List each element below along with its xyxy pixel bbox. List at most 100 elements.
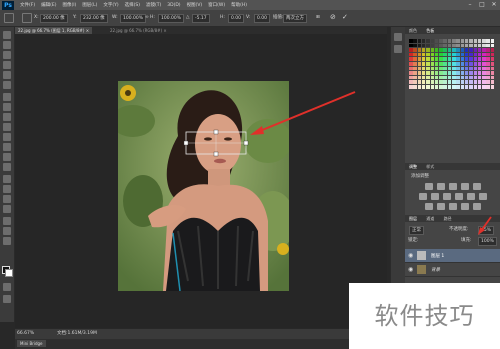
swatch-chip[interactable] [413,71,417,75]
menu-3d[interactable]: 3D(D) [167,3,180,8]
marquee-tool[interactable] [3,41,11,49]
layer-name[interactable]: 图层 1 [431,253,444,259]
swatch-chip[interactable] [452,75,456,80]
tab-active-document[interactable]: 22.jpg @ 66.7% (图层 1, RGB/8#) × [15,27,93,34]
swatch-chip[interactable] [439,57,443,61]
swatch-chip[interactable] [452,62,456,66]
swatch-chip[interactable] [430,52,435,57]
swatch-chip[interactable] [456,71,460,75]
swatch-chip[interactable] [447,48,452,52]
reference-point-icon[interactable] [22,13,32,23]
swatch-chip[interactable] [434,43,439,48]
swatch-chip[interactable] [417,66,422,71]
swatch-chip[interactable] [439,80,443,84]
swatch-chip[interactable] [439,85,443,89]
swatch-chip[interactable] [473,80,478,84]
menu-file[interactable]: 文件(F) [20,2,35,8]
swatch-chip[interactable] [477,62,482,66]
swatch-chip[interactable] [426,43,430,48]
swatch-chip[interactable] [456,75,460,80]
swatch-chip[interactable] [409,80,413,84]
swatch-chip[interactable] [469,80,473,84]
fill-field[interactable]: 100% [478,237,497,246]
swatch-chip[interactable] [417,85,422,89]
swatch-chip[interactable] [452,57,456,61]
quick-select-tool[interactable] [3,61,11,69]
swatch-chip[interactable] [490,71,495,75]
swatch-chip[interactable] [473,48,478,52]
swatch-chip[interactable] [464,85,469,89]
swatch-chip[interactable] [434,85,439,89]
threshold-icon[interactable] [449,203,457,210]
swatch-chip[interactable] [464,80,469,84]
swatch-chip[interactable] [417,80,422,84]
swatch-chip[interactable] [469,75,473,80]
hskew-field[interactable]: 0.00 [228,14,245,23]
swatch-chip[interactable] [447,57,452,61]
swatch-chip[interactable] [486,85,490,89]
swatch-chip[interactable] [417,57,422,61]
color-balance-icon[interactable] [431,193,439,200]
background-color[interactable] [5,269,13,277]
commit-transform-icon[interactable]: ✓ [342,14,348,21]
blend-mode-select[interactable]: 正常 [409,226,424,235]
swatch-chip[interactable] [413,39,417,43]
pen-tool[interactable] [3,175,11,183]
swatch-chip[interactable] [417,62,422,66]
swatch-chip[interactable] [469,85,473,89]
zoom-tool[interactable] [3,227,11,235]
blur-tool[interactable] [3,153,11,161]
swatch-chip[interactable] [447,39,452,43]
swatch-chip[interactable] [413,57,417,61]
swatch-chip[interactable] [409,71,413,75]
swatch-chip[interactable] [460,39,465,43]
tab-color[interactable]: 颜色 [405,28,421,33]
swatch-chip[interactable] [439,71,443,75]
swatch-chip[interactable] [477,71,482,75]
color-lookup-icon[interactable] [479,193,487,200]
swatch-chip[interactable] [452,85,456,89]
swatch-chip[interactable] [482,85,486,89]
swatch-chip[interactable] [473,62,478,66]
swatch-chip[interactable] [460,75,465,80]
swatch-chip[interactable] [430,75,435,80]
swatch-chip[interactable] [447,66,452,71]
swatch-chip[interactable] [464,75,469,80]
swatch-chip[interactable] [434,39,439,43]
tab-adjustments[interactable]: 调整 [405,164,421,169]
swatch-chip[interactable] [486,43,490,48]
selective-color-icon[interactable] [473,203,481,210]
swatch-chip[interactable] [434,80,439,84]
swatch-chip[interactable] [460,48,465,52]
type-tool[interactable] [3,185,11,193]
swatch-chip[interactable] [430,66,435,71]
warp-icon[interactable]: ⊞ [316,14,320,21]
swatch-chip[interactable] [469,39,473,43]
swatch-chip[interactable] [460,62,465,66]
swatch-chip[interactable] [443,75,447,80]
swatch-chip[interactable] [490,62,495,66]
link-icon[interactable]: ∞ [145,14,149,21]
vibrance-icon[interactable] [473,183,481,190]
gradient-map-icon[interactable] [461,203,469,210]
menu-image[interactable]: 图像(I) [62,2,76,8]
swatch-chip[interactable] [417,71,422,75]
swatch-chip[interactable] [464,52,469,57]
swatch-chip[interactable] [482,62,486,66]
swatch-chip[interactable] [447,71,452,75]
tab-channels[interactable]: 通道 [422,216,438,221]
swatch-chip[interactable] [421,52,426,57]
height-percent-field[interactable]: 100.00% [158,14,185,23]
swatch-chip[interactable] [477,52,482,57]
properties-panel-icon[interactable] [394,45,402,53]
swatch-chip[interactable] [426,66,430,71]
swatch-chip[interactable] [443,57,447,61]
swatch-chip[interactable] [447,43,452,48]
menu-view[interactable]: 视图(V) [187,2,203,8]
swatch-chip[interactable] [490,80,495,84]
hue-saturation-icon[interactable] [419,193,427,200]
swatch-chip[interactable] [439,52,443,57]
swatch-chip[interactable] [490,43,495,48]
swatch-chip[interactable] [426,71,430,75]
swatch-chip[interactable] [430,48,435,52]
